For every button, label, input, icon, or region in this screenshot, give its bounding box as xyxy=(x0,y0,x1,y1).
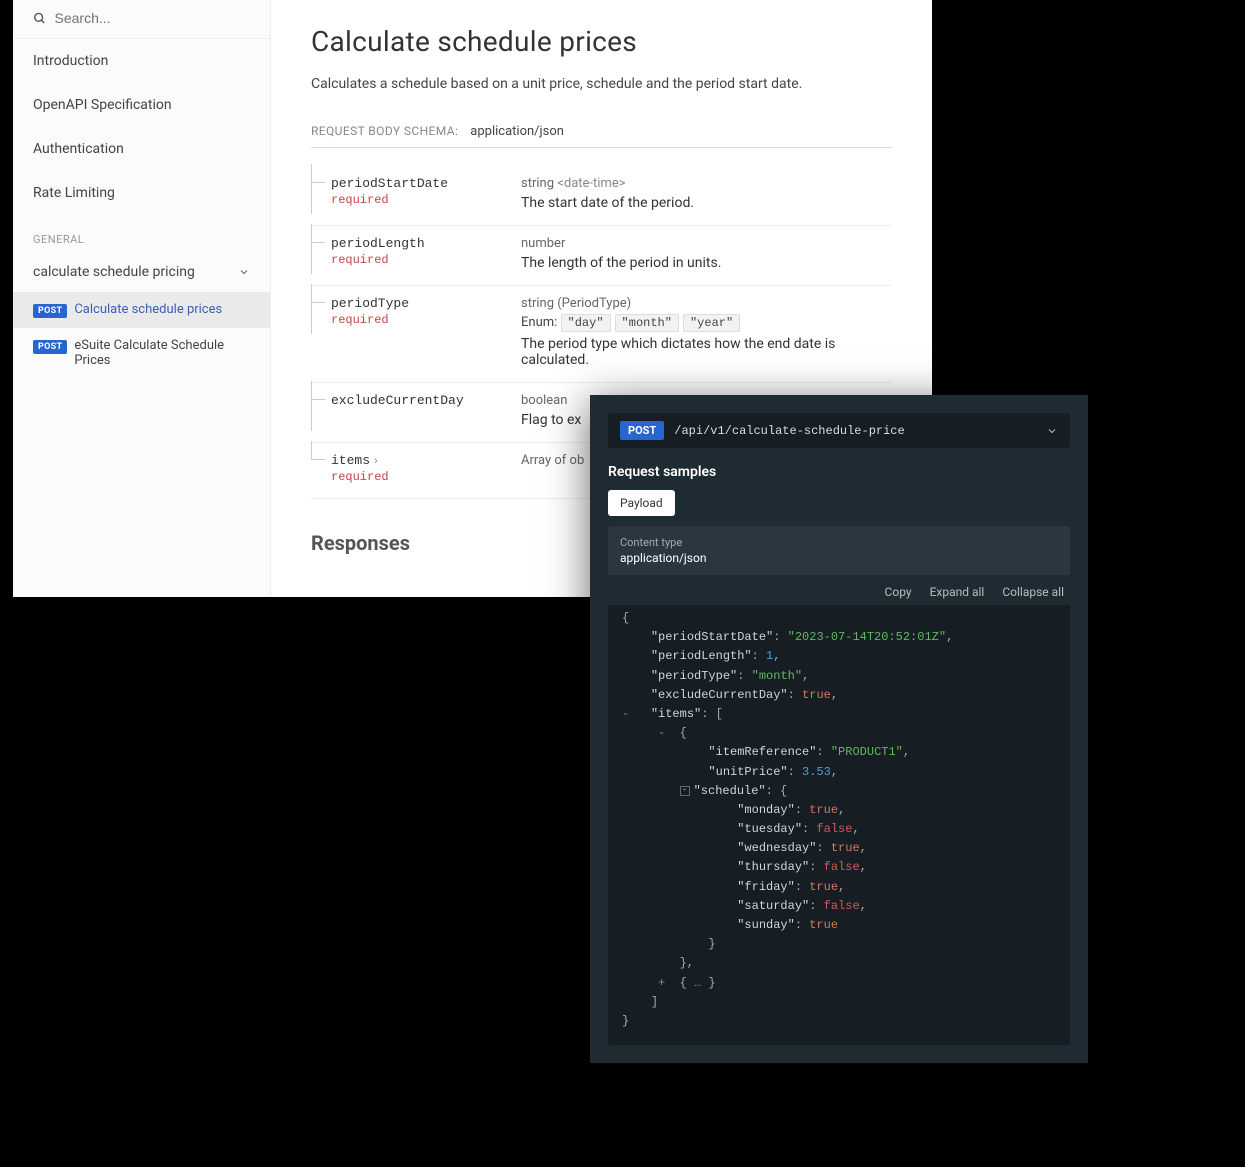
param-desc: The length of the period in units. xyxy=(521,255,892,271)
search-box[interactable] xyxy=(33,10,250,26)
chevron-down-icon xyxy=(1046,425,1058,437)
param-periodLength: periodLength required number The length of… xyxy=(311,226,892,286)
param-enum: Enum: "day""month""year" xyxy=(521,315,892,330)
param-required: required xyxy=(331,193,521,207)
content-type-value: application/json xyxy=(620,551,1058,565)
tree-connector-icon xyxy=(311,182,325,183)
endpoint-bar[interactable]: POST /api/v1/calculate-schedule-price xyxy=(608,413,1070,448)
nav-api-label: eSuite Calculate Schedule Prices xyxy=(74,338,250,368)
param-required: required xyxy=(331,313,521,327)
content-type-box: Content type application/json xyxy=(608,526,1070,575)
param-name: items› xyxy=(331,453,521,468)
request-sample-panel: POST /api/v1/calculate-schedule-price Re… xyxy=(590,395,1088,1063)
tree-connector-icon xyxy=(311,399,325,400)
nav-authentication[interactable]: Authentication xyxy=(13,127,270,171)
schema-label: REQUEST BODY SCHEMA: xyxy=(311,124,458,139)
endpoint-path: /api/v1/calculate-schedule-price xyxy=(674,424,1036,438)
param-name: periodType xyxy=(331,296,521,311)
method-badge: POST xyxy=(33,304,67,318)
schema-header: REQUEST BODY SCHEMA: application/json xyxy=(311,124,892,148)
param-desc: The period type which dictates how the e… xyxy=(521,336,892,368)
param-type: number xyxy=(521,236,892,251)
method-badge: POST xyxy=(33,340,67,354)
param-periodStartDate: periodStartDate required string <date-tim… xyxy=(311,166,892,226)
chevron-down-icon xyxy=(238,266,250,278)
nav-introduction[interactable]: Introduction xyxy=(13,39,270,83)
chevron-right-icon: › xyxy=(374,455,378,467)
search-input[interactable] xyxy=(55,10,250,26)
nav-group-label: calculate schedule pricing xyxy=(33,264,195,280)
request-samples-title: Request samples xyxy=(608,464,1070,480)
nav-section-header: GENERAL xyxy=(13,215,270,252)
nav-api-esuite-calculate-schedule-prices[interactable]: POST eSuite Calculate Schedule Prices xyxy=(13,328,270,378)
expand-all-button[interactable]: Expand all xyxy=(930,585,985,599)
param-type: string <date-time> xyxy=(521,176,892,191)
code-toolbar: Copy Expand all Collapse all xyxy=(590,575,1088,605)
endpoint-method-badge: POST xyxy=(620,421,664,440)
param-name: periodLength xyxy=(331,236,521,251)
schema-content-type: application/json xyxy=(470,124,564,139)
content-type-label: Content type xyxy=(620,536,1058,549)
page-description: Calculates a schedule based on a unit pr… xyxy=(311,76,892,92)
sidebar: Introduction OpenAPI Specification Authe… xyxy=(13,0,271,597)
nav-rate-limiting[interactable]: Rate Limiting xyxy=(13,171,270,215)
param-name: excludeCurrentDay xyxy=(331,393,521,408)
param-required: required xyxy=(331,253,521,267)
search-wrap xyxy=(13,10,270,39)
tree-connector-icon xyxy=(311,459,325,460)
param-periodType: periodType required string (PeriodType) E… xyxy=(311,286,892,383)
param-required: required xyxy=(331,470,521,484)
payload-tab[interactable]: Payload xyxy=(608,490,675,516)
nav-api-calculate-schedule-prices[interactable]: POST Calculate schedule prices xyxy=(13,292,270,328)
json-code-block[interactable]: { "periodStartDate": "2023-07-14T20:52:0… xyxy=(608,605,1070,1045)
param-desc: The start date of the period. xyxy=(521,195,892,211)
tree-connector-icon xyxy=(311,302,325,303)
copy-button[interactable]: Copy xyxy=(885,585,912,599)
param-type: string (PeriodType) xyxy=(521,296,892,311)
param-name: periodStartDate xyxy=(331,176,521,191)
tree-connector-icon xyxy=(311,242,325,243)
nav-openapi-spec[interactable]: OpenAPI Specification xyxy=(13,83,270,127)
search-icon xyxy=(33,11,47,26)
page-title: Calculate schedule prices xyxy=(311,25,892,58)
collapse-all-button[interactable]: Collapse all xyxy=(1002,585,1064,599)
nav-api-label: Calculate schedule prices xyxy=(74,302,222,317)
nav-group-calculate-schedule-pricing[interactable]: calculate schedule pricing xyxy=(13,252,270,292)
